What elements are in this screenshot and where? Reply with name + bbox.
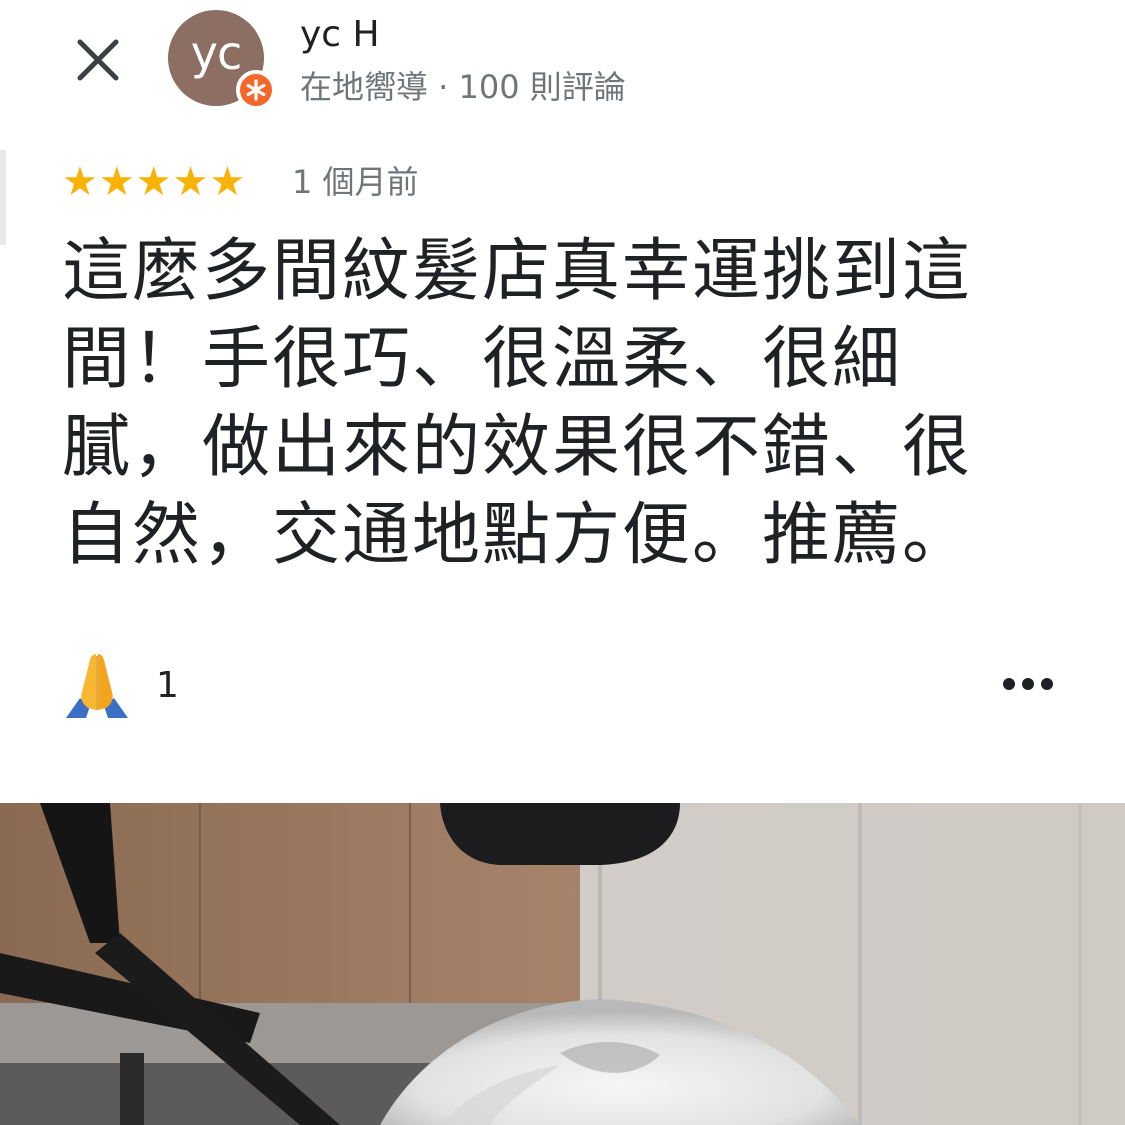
review-photo-image [0, 803, 1125, 1125]
close-icon [77, 39, 119, 81]
star-icon: ★ [209, 159, 246, 205]
edge-divider [0, 150, 6, 245]
star-icon: ★ [62, 159, 98, 205]
close-button[interactable] [66, 28, 130, 92]
local-guide-star-icon [246, 79, 266, 101]
author-meta: 在地嚮導 · 100 則評論 [300, 68, 626, 106]
star-icon: ★ [98, 159, 135, 205]
reaction-button[interactable]: 1 [60, 648, 179, 722]
star-icon: ★ [172, 159, 209, 205]
more-options-button[interactable] [996, 656, 1060, 712]
reaction-count: 1 [156, 664, 179, 706]
folded-hands-icon [66, 654, 128, 718]
author-name[interactable]: yc H [300, 14, 380, 55]
review-date: 1 個月前 [292, 163, 419, 201]
star-icon: ★ [135, 159, 172, 205]
more-horizontal-icon [1003, 678, 1053, 690]
review-photo[interactable] [0, 803, 1125, 1125]
local-guide-badge [236, 70, 276, 110]
review-text: 這麼多間紋髮店真幸運挑到這間！手很巧、很溫柔、很細膩，做出來的效果很不錯、很自然… [62, 232, 973, 575]
star-rating: ★ ★ ★ ★ ★ [62, 160, 245, 204]
